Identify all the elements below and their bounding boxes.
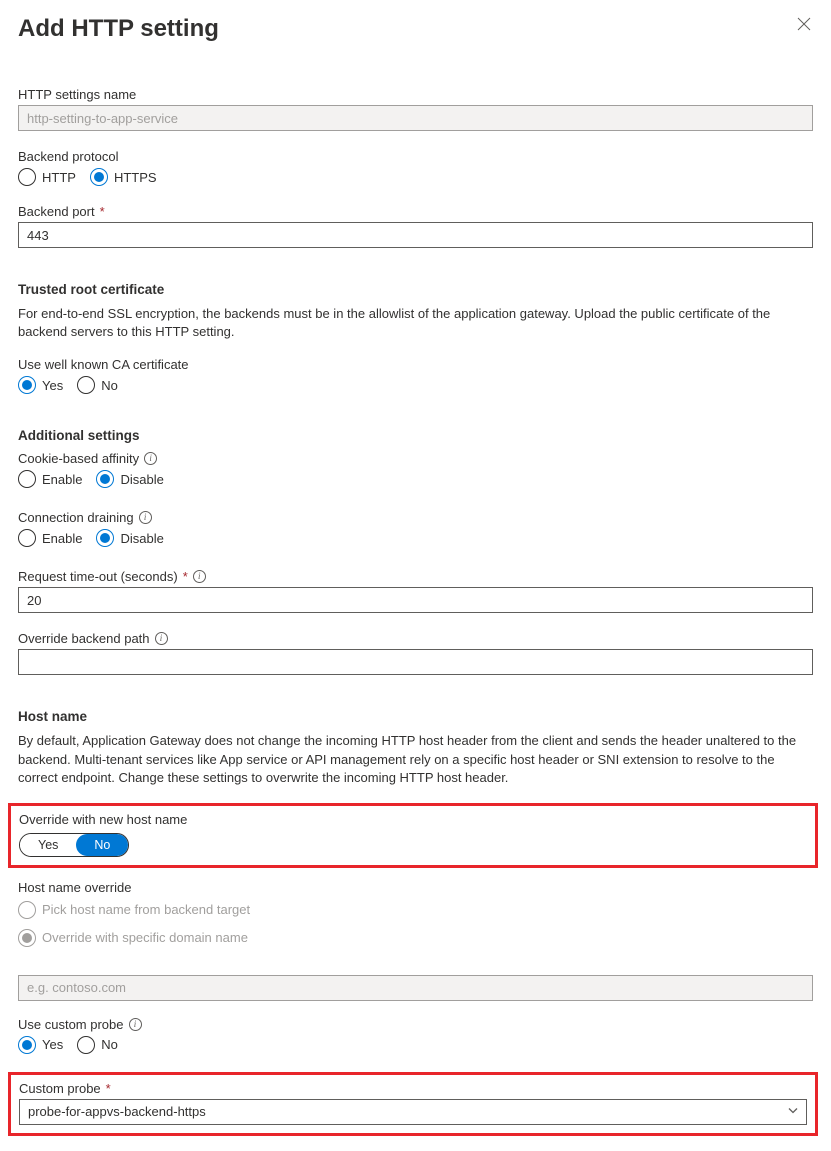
use-probe-no-radio[interactable]: No xyxy=(77,1036,118,1054)
trusted-root-desc: For end-to-end SSL encryption, the backe… xyxy=(18,305,813,341)
use-ca-yes-label: Yes xyxy=(42,378,63,393)
hostname-override-option-label: Host name override xyxy=(18,880,813,895)
cookie-disable-label: Disable xyxy=(120,472,163,487)
override-specific-radio: Override with specific domain name xyxy=(18,929,813,947)
hostname-desc: By default, Application Gateway does not… xyxy=(18,732,813,787)
backend-port-label: Backend port* xyxy=(18,204,813,219)
info-icon[interactable]: i xyxy=(139,511,152,524)
pick-from-backend-label: Pick host name from backend target xyxy=(42,902,250,917)
http-name-label: HTTP settings name xyxy=(18,87,813,102)
page-title: Add HTTP setting xyxy=(18,15,219,43)
protocol-http-radio[interactable]: HTTP xyxy=(18,168,76,186)
info-icon[interactable]: i xyxy=(155,632,168,645)
close-button[interactable] xyxy=(795,15,813,36)
close-icon xyxy=(797,17,811,31)
use-ca-yes-radio[interactable]: Yes xyxy=(18,376,63,394)
hostname-title: Host name xyxy=(18,709,813,724)
override-path-input[interactable] xyxy=(18,649,813,675)
override-path-label: Override backend path i xyxy=(18,631,813,646)
toggle-no[interactable]: No xyxy=(76,834,128,856)
protocol-https-label: HTTPS xyxy=(114,170,157,185)
cookie-affinity-label: Cookie-based affinity i xyxy=(18,451,813,466)
http-name-input[interactable] xyxy=(18,105,813,131)
drain-enable-label: Enable xyxy=(42,531,82,546)
override-specific-label: Override with specific domain name xyxy=(42,930,248,945)
info-icon[interactable]: i xyxy=(144,452,157,465)
toggle-yes[interactable]: Yes xyxy=(20,834,76,856)
use-probe-yes-label: Yes xyxy=(42,1037,63,1052)
cookie-disable-radio[interactable]: Disable xyxy=(96,470,163,488)
pick-from-backend-radio: Pick host name from backend target xyxy=(18,901,813,919)
use-ca-label: Use well known CA certificate xyxy=(18,357,813,372)
drain-enable-radio[interactable]: Enable xyxy=(18,529,82,547)
override-hostname-highlight: Override with new host name Yes No xyxy=(8,803,818,868)
use-probe-yes-radio[interactable]: Yes xyxy=(18,1036,63,1054)
custom-probe-label: Custom probe* xyxy=(19,1081,807,1096)
backend-protocol-label: Backend protocol xyxy=(18,149,813,164)
info-icon[interactable]: i xyxy=(129,1018,142,1031)
use-custom-probe-label: Use custom probe i xyxy=(18,1017,813,1032)
override-hostname-toggle[interactable]: Yes No xyxy=(19,833,129,857)
cookie-enable-radio[interactable]: Enable xyxy=(18,470,82,488)
protocol-https-radio[interactable]: HTTPS xyxy=(90,168,157,186)
cookie-enable-label: Enable xyxy=(42,472,82,487)
use-ca-no-radio[interactable]: No xyxy=(77,376,118,394)
timeout-input[interactable] xyxy=(18,587,813,613)
custom-probe-highlight: Custom probe* xyxy=(8,1072,818,1136)
drain-disable-label: Disable xyxy=(120,531,163,546)
custom-probe-select[interactable] xyxy=(19,1099,807,1125)
backend-port-input[interactable] xyxy=(18,222,813,248)
additional-title: Additional settings xyxy=(18,428,813,443)
timeout-label: Request time-out (seconds)* i xyxy=(18,569,813,584)
domain-name-input xyxy=(18,975,813,1001)
use-probe-no-label: No xyxy=(101,1037,118,1052)
override-hostname-label: Override with new host name xyxy=(19,812,807,827)
use-ca-no-label: No xyxy=(101,378,118,393)
protocol-http-label: HTTP xyxy=(42,170,76,185)
trusted-root-title: Trusted root certificate xyxy=(18,282,813,297)
drain-disable-radio[interactable]: Disable xyxy=(96,529,163,547)
drain-label: Connection draining i xyxy=(18,510,813,525)
info-icon[interactable]: i xyxy=(193,570,206,583)
